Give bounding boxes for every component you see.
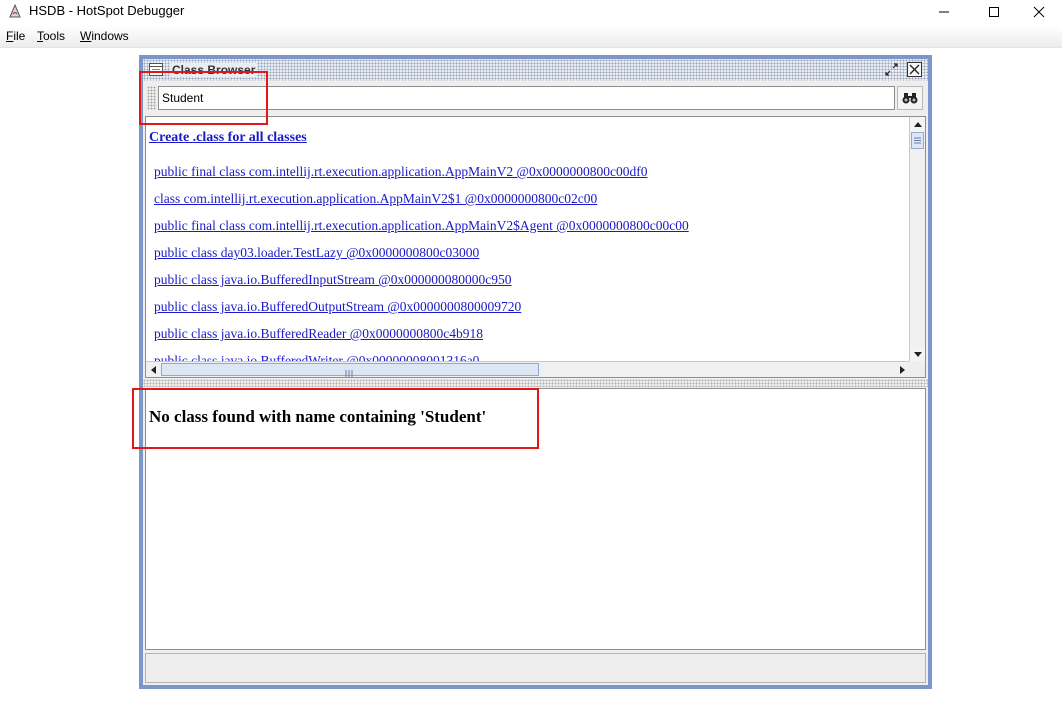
arrow-up-icon bbox=[913, 122, 922, 127]
menu-bar: File Tools Windows bbox=[0, 26, 1062, 48]
grip-lines-icon bbox=[345, 370, 353, 377]
binoculars-icon bbox=[902, 93, 918, 104]
close-button[interactable] bbox=[1016, 0, 1062, 24]
menu-windows[interactable]: Windows bbox=[80, 29, 129, 43]
scroll-down-button[interactable] bbox=[910, 347, 925, 362]
class-link[interactable]: public final class com.intellij.rt.execu… bbox=[154, 164, 689, 191]
close-icon bbox=[1033, 6, 1045, 18]
status-bar bbox=[145, 653, 926, 683]
search-result-message: No class found with name containing 'Stu… bbox=[149, 407, 487, 426]
window-icon bbox=[149, 63, 163, 76]
class-link[interactable]: public class java.io.BufferedReader @0x0… bbox=[154, 326, 689, 353]
class-link[interactable]: public class java.io.BufferedOutputStrea… bbox=[154, 299, 689, 326]
horizontal-scrollbar[interactable] bbox=[146, 361, 910, 377]
restore-icon bbox=[885, 63, 898, 76]
class-link[interactable]: class com.intellij.rt.execution.applicat… bbox=[154, 191, 689, 218]
frame-title: Class Browser bbox=[170, 63, 258, 77]
window-title: HSDB - HotSpot Debugger bbox=[29, 3, 185, 18]
minimize-icon bbox=[939, 11, 949, 13]
create-class-files-link[interactable]: Create .class for all classes bbox=[149, 130, 307, 146]
class-link[interactable]: public final class com.intellij.rt.execu… bbox=[154, 218, 689, 245]
scroll-left-button[interactable] bbox=[146, 362, 161, 377]
vertical-scroll-thumb[interactable] bbox=[911, 132, 924, 149]
class-search-input[interactable] bbox=[158, 86, 895, 110]
menu-tools[interactable]: Tools bbox=[37, 29, 65, 43]
menu-file[interactable]: File bbox=[6, 29, 25, 43]
class-link[interactable]: public class java.io.BufferedInputStream… bbox=[154, 272, 689, 299]
frame-close-button[interactable] bbox=[907, 62, 922, 77]
class-list-pane: Create .class for all classes public fin… bbox=[145, 116, 926, 378]
frame-restore-button[interactable] bbox=[884, 62, 899, 77]
split-pane-divider[interactable] bbox=[143, 379, 928, 387]
arrow-right-icon bbox=[900, 365, 905, 374]
close-icon bbox=[907, 62, 922, 77]
window-titlebar: HSDB - HotSpot Debugger bbox=[0, 0, 1062, 24]
class-list-viewport: Create .class for all classes public fin… bbox=[146, 117, 910, 362]
java-app-icon bbox=[9, 3, 21, 18]
arrow-down-icon bbox=[913, 352, 922, 357]
frame-titlebar[interactable]: Class Browser bbox=[143, 59, 928, 81]
maximize-icon bbox=[989, 7, 999, 17]
scroll-up-button[interactable] bbox=[910, 117, 925, 132]
grip-lines-icon bbox=[914, 137, 921, 144]
find-button[interactable] bbox=[897, 86, 923, 110]
search-toolbar bbox=[143, 82, 928, 114]
class-link[interactable]: public class day03.loader.TestLazy @0x00… bbox=[154, 245, 689, 272]
class-browser-frame: Class Browser Student Create .class for … bbox=[139, 55, 932, 689]
toolbar-grip[interactable] bbox=[147, 86, 156, 110]
result-pane: No class found with name containing 'Stu… bbox=[145, 388, 926, 650]
horizontal-scroll-thumb[interactable] bbox=[161, 363, 539, 377]
maximize-button[interactable] bbox=[971, 0, 1017, 24]
vertical-scrollbar[interactable] bbox=[909, 117, 925, 362]
class-list: public final class com.intellij.rt.execu… bbox=[154, 164, 689, 362]
arrow-left-icon bbox=[151, 365, 156, 374]
class-browser-body: Class Browser Student Create .class for … bbox=[143, 59, 928, 685]
scroll-right-button[interactable] bbox=[895, 362, 910, 377]
scrollbar-corner bbox=[909, 361, 925, 377]
minimize-button[interactable] bbox=[921, 0, 967, 24]
